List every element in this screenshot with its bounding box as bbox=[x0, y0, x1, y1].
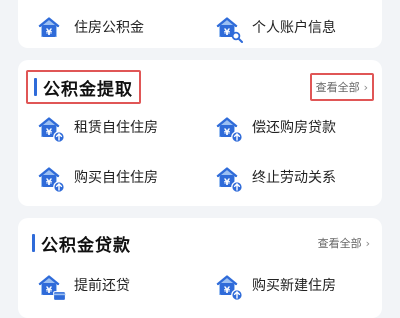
item-label: 提前还贷 bbox=[74, 278, 130, 294]
top-card: 住房公积金 个人账户信息 bbox=[18, 0, 382, 48]
item-label: 个人账户信息 bbox=[252, 20, 336, 36]
house-yuan-icon bbox=[36, 14, 62, 40]
section-title: 公积金贷款 bbox=[41, 235, 131, 256]
withdraw-item-buy-house[interactable]: 购买自住住房 bbox=[36, 162, 158, 193]
loan-card: 公积金贷款 查看全部 › 提前还贷 购买新建住房 bbox=[18, 218, 382, 318]
withdraw-item-terminate-employment[interactable]: 终止劳动关系 bbox=[214, 162, 336, 193]
item-label: 终止劳动关系 bbox=[252, 170, 336, 186]
house-yuan-card-icon bbox=[36, 272, 66, 301]
withdraw-card: 公积金提取 查看全部 › 租赁自住住房 偿还购房贷款 购买自住住房 终止劳动关系 bbox=[18, 60, 382, 206]
housing-fund-item[interactable]: 住房公积金 bbox=[36, 12, 144, 42]
item-label: 住房公积金 bbox=[74, 20, 144, 36]
section-accent-bar bbox=[34, 78, 37, 96]
section-accent-bar bbox=[32, 234, 35, 252]
withdraw-item-repay-loan[interactable]: 偿还购房贷款 bbox=[214, 112, 336, 143]
item-label: 偿还购房贷款 bbox=[252, 120, 336, 136]
view-all-loan-link[interactable]: 查看全部 › bbox=[314, 231, 374, 255]
chevron-right-icon: › bbox=[365, 236, 370, 250]
house-yuan-up-icon bbox=[36, 114, 65, 143]
section-header-withdraw: 公积金提取 bbox=[26, 70, 141, 104]
house-yuan-up-icon bbox=[36, 164, 65, 193]
item-label: 租赁自住住房 bbox=[74, 120, 158, 136]
house-yuan-search-icon bbox=[214, 14, 243, 43]
house-yuan-up-icon bbox=[214, 272, 243, 301]
house-yuan-up-icon bbox=[214, 114, 243, 143]
view-all-label: 查看全部 bbox=[315, 81, 360, 94]
personal-account-item[interactable]: 个人账户信息 bbox=[214, 12, 336, 43]
section-title: 公积金提取 bbox=[43, 79, 133, 100]
house-yuan-up-icon bbox=[214, 164, 243, 193]
loan-item-prepay[interactable]: 提前还贷 bbox=[36, 270, 130, 301]
loan-item-buy-new-house[interactable]: 购买新建住房 bbox=[214, 270, 336, 301]
withdraw-item-rent[interactable]: 租赁自住住房 bbox=[36, 112, 158, 143]
item-label: 购买自住住房 bbox=[74, 170, 158, 186]
view-all-withdraw-link[interactable]: 查看全部 › bbox=[309, 73, 374, 101]
item-label: 购买新建住房 bbox=[252, 278, 336, 294]
view-all-label: 查看全部 bbox=[317, 237, 362, 250]
chevron-right-icon: › bbox=[363, 80, 368, 94]
section-header-loan: 公积金贷款 bbox=[26, 228, 137, 258]
